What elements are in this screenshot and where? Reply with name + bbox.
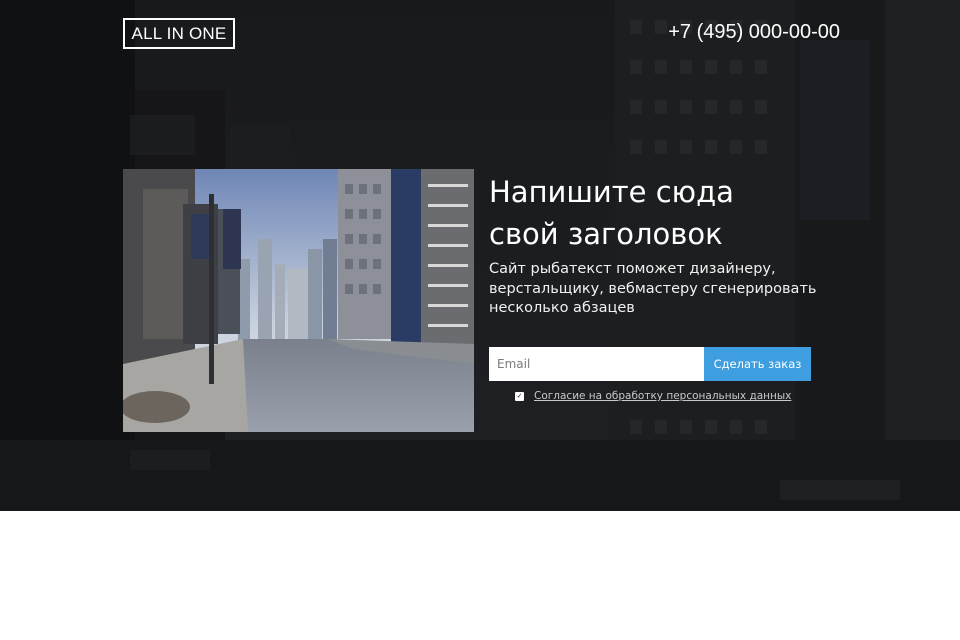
street-photo	[123, 169, 474, 432]
page-title: Напишите сюда свой заголовок	[489, 171, 819, 255]
phone-number[interactable]: +7 (495) 000-00-00	[668, 20, 840, 44]
subtitle-line-2: верстальщику, вебмастеру сгенерировать	[489, 280, 817, 297]
consent-row: ✓ Согласие на обработку персональных дан…	[515, 390, 791, 402]
checkmark-icon: ✓	[516, 391, 523, 400]
hero-section: ALL IN ONE +7 (495) 000-00-00 Напишите с…	[0, 0, 960, 511]
subtitle-line-3: несколько абзацев	[489, 300, 635, 316]
order-form: Сделать заказ	[489, 347, 811, 381]
logo[interactable]: ALL IN ONE	[123, 18, 235, 49]
page-subtitle: Сайт рыбатекст поможет дизайнеру, верста…	[489, 260, 819, 319]
subtitle-line-1: Сайт рыбатекст поможет дизайнеру,	[489, 261, 776, 277]
order-button[interactable]: Сделать заказ	[704, 347, 811, 381]
consent-checkbox[interactable]: ✓	[515, 391, 524, 401]
title-line-2: свой заголовок	[489, 217, 723, 251]
email-field[interactable]	[489, 347, 704, 381]
title-line-1: Напишите сюда	[489, 175, 734, 209]
consent-link[interactable]: Согласие на обработку персональных данны…	[534, 390, 791, 402]
